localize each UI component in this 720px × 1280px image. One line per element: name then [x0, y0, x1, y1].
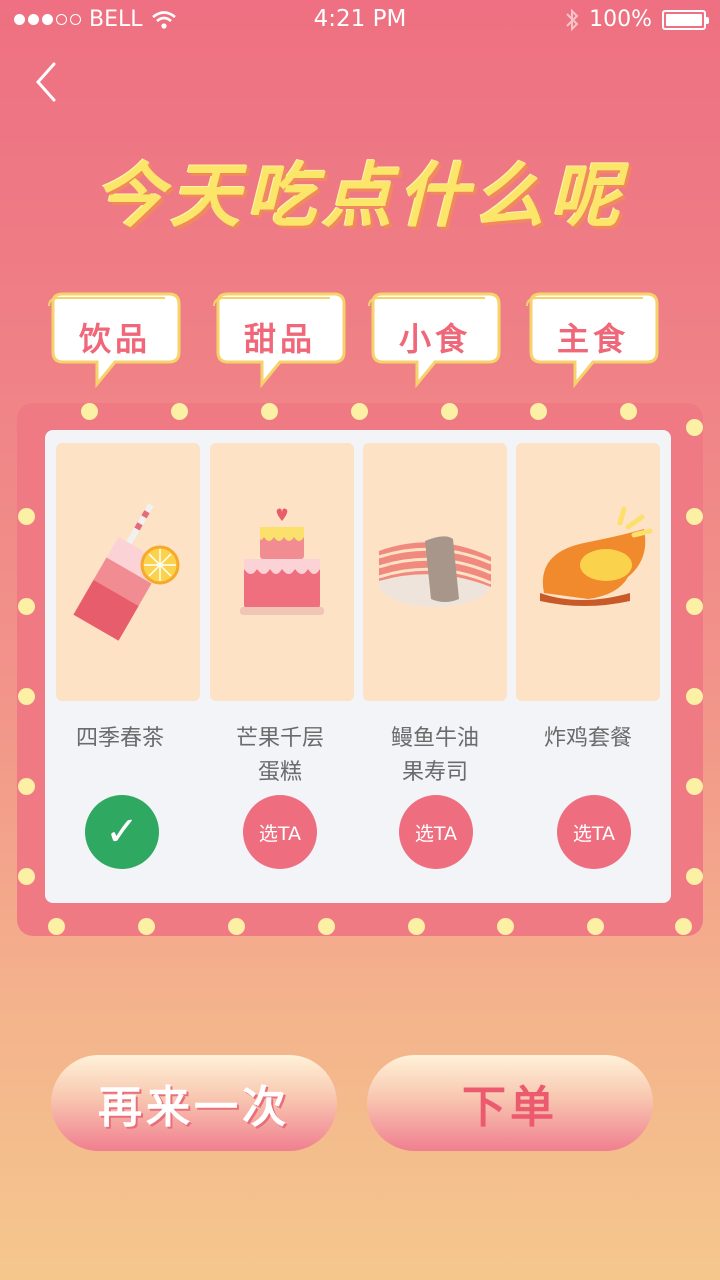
page-title: 今天吃点什么呢 [94, 154, 626, 237]
tab-label: 小食 [398, 320, 471, 358]
place-order-button[interactable]: 下单 [367, 1055, 653, 1151]
item-image-card[interactable] [516, 443, 660, 701]
tab-drinks[interactable]: 饮品 [45, 290, 185, 390]
marquee-bulb [686, 598, 703, 615]
marquee-bulb [686, 868, 703, 885]
selected-check-button[interactable]: ✓ [85, 795, 159, 869]
marquee-bulb [18, 688, 35, 705]
drink-icon [73, 503, 180, 641]
tab-label: 主食 [556, 320, 629, 358]
select-item-button[interactable]: 选TA [399, 795, 473, 869]
sushi-icon [378, 536, 492, 607]
marquee-bulb [18, 598, 35, 615]
tab-snacks[interactable]: 小食 [365, 290, 505, 390]
item-image-card[interactable] [210, 443, 354, 701]
marquee-bulb [81, 403, 98, 420]
marquee-bulb [18, 868, 35, 885]
category-tabs: 饮品 甜品 小食 主食 [45, 290, 685, 400]
tab-label: 甜品 [243, 320, 316, 358]
marquee-bulb [171, 403, 188, 420]
bluetooth-icon [566, 8, 579, 31]
marquee-bulb [18, 508, 35, 525]
marquee-bulb [587, 918, 604, 935]
tab-desserts[interactable]: 甜品 [210, 290, 350, 390]
battery-icon [662, 9, 709, 30]
marquee-bulb [530, 403, 547, 420]
tab-staples[interactable]: 主食 [523, 290, 663, 390]
marquee-bulb [408, 918, 425, 935]
item-image-card[interactable] [363, 443, 507, 701]
marquee-bulb [441, 403, 458, 420]
marquee-bulb [48, 918, 65, 935]
marquee-bulb [138, 918, 155, 935]
item-name: 炸鸡套餐 [543, 726, 632, 751]
back-button[interactable] [30, 60, 70, 104]
battery-percent: 100% [589, 7, 652, 32]
status-bar: BELL 4:21 PM 100% [0, 0, 720, 40]
marquee-bulb [318, 918, 335, 935]
select-item-button[interactable]: 选TA [243, 795, 317, 869]
marquee-bulb [686, 419, 703, 436]
item-name: 四季春茶 [75, 726, 164, 751]
marquee-bulb [497, 918, 514, 935]
chevron-left-icon [35, 62, 56, 102]
item-image-card[interactable] [56, 443, 200, 701]
marquee-bulb [675, 918, 692, 935]
select-item-button[interactable]: 选TA [557, 795, 631, 869]
item-name: 鳗鱼牛油 果寿司 [390, 726, 479, 785]
try-again-button[interactable]: 再来一次 [51, 1055, 337, 1151]
cake-icon [240, 508, 324, 615]
marquee-bulb [261, 403, 278, 420]
marquee-bulb [351, 403, 368, 420]
marquee-bulb [620, 403, 637, 420]
item-name: 芒果千层 蛋糕 [235, 726, 324, 785]
fried-chicken-icon [540, 506, 653, 606]
tab-label: 饮品 [78, 320, 151, 358]
marquee-bulb [686, 688, 703, 705]
marquee-bulb [686, 508, 703, 525]
marquee-bulb [686, 778, 703, 795]
marquee-bulb [228, 918, 245, 935]
marquee-bulb [18, 778, 35, 795]
